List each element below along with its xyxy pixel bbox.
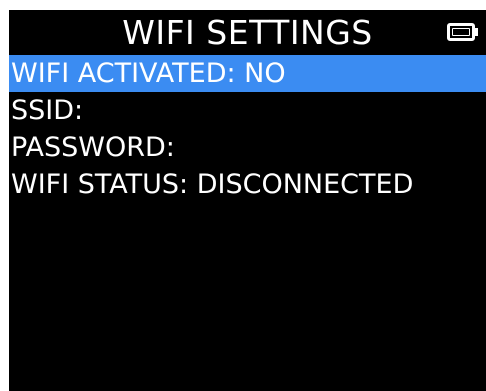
settings-menu: WIFI ACTIVATED: NO SSID: PASSWORD: WIFI … [9, 55, 486, 203]
battery-level [452, 28, 470, 36]
menu-item-wifi-status[interactable]: WIFI STATUS: DISCONNECTED [9, 166, 486, 203]
battery-terminal [475, 28, 478, 36]
menu-item-wifi-activated[interactable]: WIFI ACTIVATED: NO [9, 55, 486, 92]
menu-item-password[interactable]: PASSWORD: [9, 129, 486, 166]
battery-icon [447, 23, 475, 41]
page-title: WIFI SETTINGS [122, 13, 373, 52]
title-bar: WIFI SETTINGS [9, 10, 486, 55]
menu-item-ssid[interactable]: SSID: [9, 92, 486, 129]
device-screen: WIFI SETTINGS WIFI ACTIVATED: NO SSID: P… [9, 10, 486, 391]
